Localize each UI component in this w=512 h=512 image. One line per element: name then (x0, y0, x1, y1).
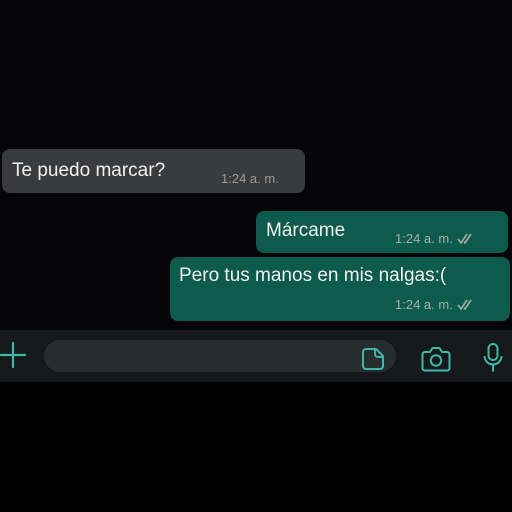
message-text: Márcame (266, 220, 346, 241)
message-input[interactable] (44, 340, 396, 372)
message-meta: 1:24 a. m. (395, 297, 477, 312)
read-ticks-icon (457, 299, 477, 311)
message-time: 1:24 a. m. (395, 231, 453, 246)
message-meta: 1:24 a. m. (221, 171, 279, 186)
camera-icon[interactable] (421, 345, 451, 373)
message-text: Te puedo marcar? (12, 160, 166, 181)
message-time: 1:24 a. m. (221, 171, 279, 186)
read-ticks-icon (457, 233, 477, 245)
microphone-icon[interactable] (482, 342, 504, 374)
message-bubble-incoming[interactable]: Te puedo marcar? 1:24 a. m. (2, 149, 305, 193)
message-bubble-outgoing[interactable]: Pero tus manos en mis nalgas:( 1:24 a. m… (170, 257, 510, 321)
chat-area: Te puedo marcar? 1:24 a. m. Márcame 1:24… (0, 0, 512, 330)
message-text: Pero tus manos en mis nalgas:( (179, 265, 447, 286)
plus-icon[interactable] (0, 341, 27, 369)
sticker-icon[interactable] (361, 347, 385, 371)
message-bubble-outgoing[interactable]: Márcame 1:24 a. m. (256, 211, 508, 253)
message-time: 1:24 a. m. (395, 297, 453, 312)
message-meta: 1:24 a. m. (395, 231, 477, 246)
